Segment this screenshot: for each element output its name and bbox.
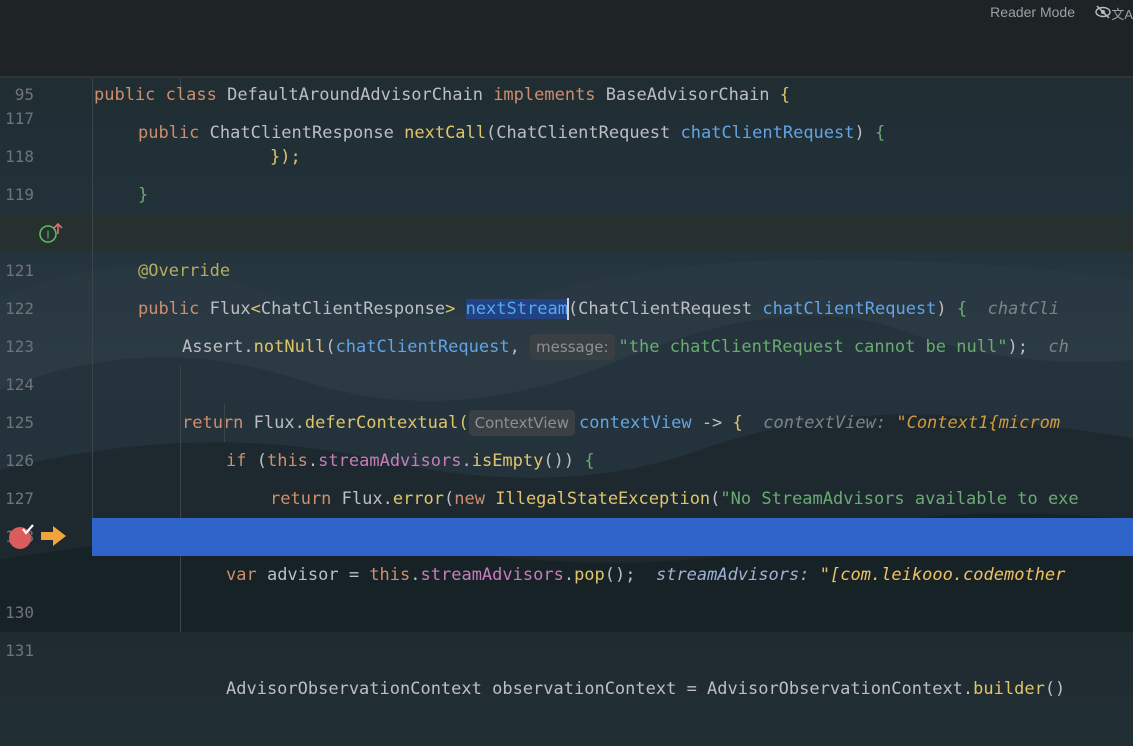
line-number: 131 — [5, 641, 34, 660]
code-text: AdvisorObservationContext observationCon… — [226, 679, 1066, 699]
code-line-130[interactable]: 130 — [0, 556, 1133, 622]
svg-text:I: I — [46, 229, 49, 242]
indent-guide — [180, 366, 181, 518]
code-line-128[interactable]: 128 — [0, 480, 1133, 546]
sticky-line-method[interactable]: 95 public ChatClientResponse nextCall(Ch… — [0, 38, 1133, 143]
implements-method-icon[interactable]: I — [38, 222, 64, 244]
eye-off-icon[interactable] — [1095, 5, 1111, 19]
execution-point-arrow-icon — [41, 526, 66, 546]
code-line-121[interactable]: 121 public Flux<ChatClientResponse> next… — [0, 214, 1133, 320]
code-line-123[interactable]: 123 — [0, 290, 1133, 356]
code-line-131[interactable]: 131 AdvisorObservationContext observatio… — [0, 594, 1133, 699]
indent-guide — [92, 78, 93, 518]
execution-line-129[interactable]: var advisor = this.streamAdvisors.pop();… — [92, 518, 1133, 585]
code-line-127[interactable]: 127 } — [0, 442, 1133, 547]
sticky-line-class[interactable]: 56 public class DefaultAroundAdvisorChai… — [0, 0, 1133, 105]
line-number: 95 — [14, 85, 34, 104]
sticky-code: public class DefaultAroundAdvisorChain i… — [94, 85, 791, 105]
code-line-122[interactable]: 122 Assert.notNull(chatClientRequest, me… — [0, 252, 1133, 360]
indent-guide — [224, 404, 225, 442]
code-line-125[interactable]: 125 if (this.streamAdvisors.isEmpty()) { — [0, 366, 1133, 471]
sticky-separator — [0, 76, 1133, 78]
reader-mode-toggle[interactable]: Reader Mode — [990, 4, 1075, 20]
code-line-126[interactable]: 126 return Flux.error(new IllegalStateEx… — [0, 404, 1133, 509]
breakpoint-icon[interactable] — [8, 524, 36, 550]
code-editor[interactable]: 56 public class DefaultAroundAdvisorChai… — [0, 0, 1133, 699]
translate-icon[interactable]: 文A — [1111, 4, 1133, 23]
indent-guide — [180, 556, 181, 632]
sticky-code: public ChatClientResponse nextCall(ChatC… — [138, 123, 886, 143]
code-line-120[interactable]: 120 @Override — [0, 176, 1133, 281]
code-line-124[interactable]: 124 return Flux.deferContextual(ContextV… — [0, 328, 1133, 436]
